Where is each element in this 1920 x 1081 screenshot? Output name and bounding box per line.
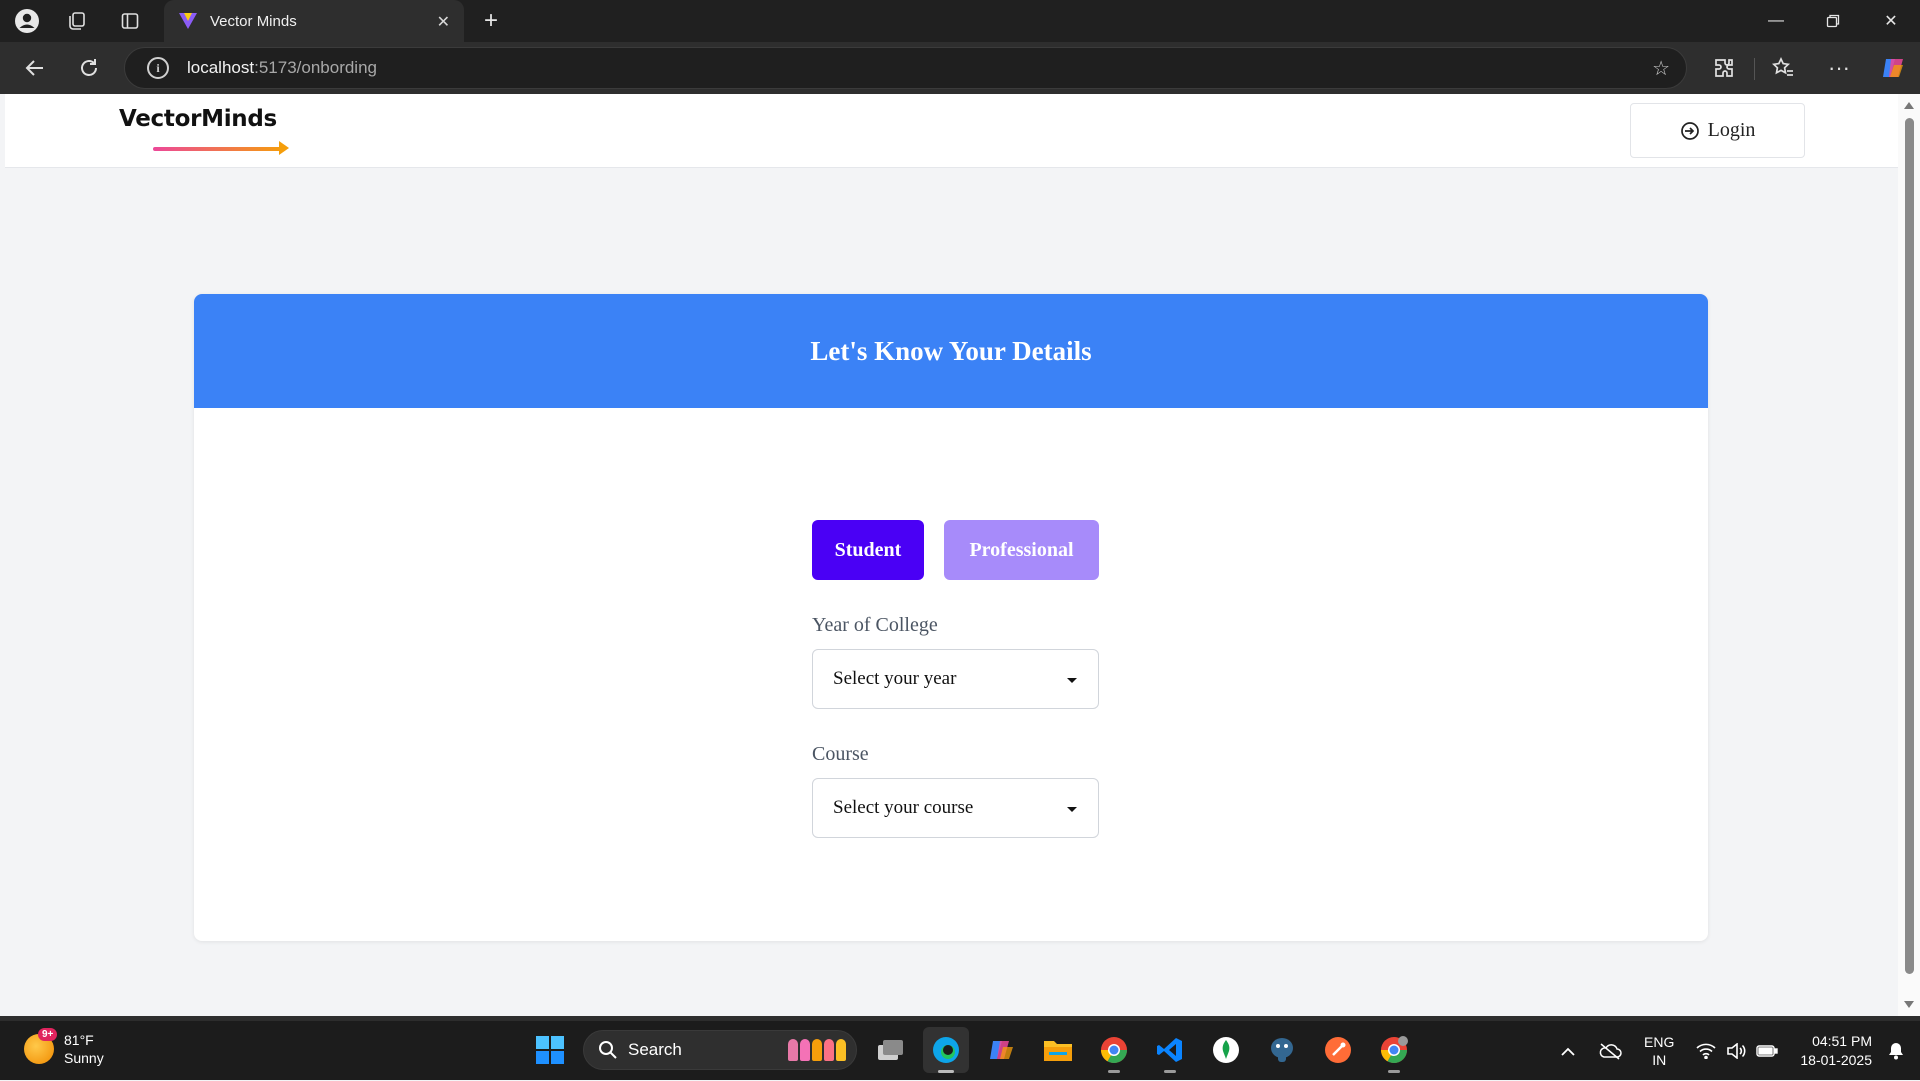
battery-icon[interactable] xyxy=(1756,1044,1779,1058)
login-label: Login xyxy=(1707,119,1756,141)
onedrive-offline-icon[interactable] xyxy=(1598,1042,1622,1060)
chrome-icon[interactable] xyxy=(1091,1027,1137,1073)
scroll-thumb[interactable] xyxy=(1905,118,1914,974)
language-code: ENG xyxy=(1644,1034,1675,1050)
browser-toolbar: i localhost:5173/onbording ☆ ··· xyxy=(0,42,1920,94)
url-text: localhost:5173/onbording xyxy=(187,58,377,77)
file-explorer-icon[interactable] xyxy=(1035,1027,1081,1073)
language-indicator[interactable]: ENG IN xyxy=(1644,1033,1674,1069)
chrome-profile-icon[interactable] xyxy=(1371,1027,1417,1073)
weather-widget[interactable]: 9+ 81°F Sunny xyxy=(24,1028,104,1067)
edge-browser-icon[interactable] xyxy=(923,1027,969,1073)
notifications-bell-icon[interactable] xyxy=(1888,1042,1904,1060)
tulips-icon xyxy=(788,1039,846,1061)
toolbar-divider xyxy=(1754,58,1755,80)
profile-icon[interactable] xyxy=(14,8,40,34)
course-label: Course xyxy=(812,743,869,765)
windows-start-icon[interactable] xyxy=(527,1027,573,1073)
student-role-button[interactable]: Student xyxy=(812,520,924,580)
system-tray: ENG IN 04:51 PM 18-01-2025 xyxy=(1560,1021,1920,1081)
copilot-app-icon[interactable] xyxy=(979,1027,1025,1073)
restore-icon[interactable] xyxy=(1810,8,1856,34)
vite-favicon-icon xyxy=(179,13,197,29)
professional-role-button[interactable]: Professional xyxy=(944,520,1099,580)
copilot-icon[interactable] xyxy=(1876,52,1910,84)
tab-title: Vector Minds xyxy=(210,12,297,30)
year-of-college-label: Year of College xyxy=(812,614,938,636)
workspaces-icon[interactable] xyxy=(64,8,90,34)
taskbar-search[interactable]: Search xyxy=(583,1030,857,1070)
taskbar-apps: Search xyxy=(527,1027,1417,1073)
address-bar[interactable]: i localhost:5173/onbording ☆ xyxy=(124,47,1687,89)
clock[interactable]: 04:51 PM 18-01-2025 xyxy=(1800,1032,1872,1070)
new-tab-icon[interactable]: + xyxy=(478,7,504,34)
logo-text: VectorMinds xyxy=(119,106,277,132)
page-scrollbar[interactable] xyxy=(1898,94,1920,1016)
minimize-icon[interactable]: — xyxy=(1753,8,1799,34)
weather-temp: 81°F xyxy=(64,1032,94,1048)
back-icon[interactable] xyxy=(18,52,52,84)
logo-underline xyxy=(153,147,285,151)
volume-icon[interactable] xyxy=(1726,1043,1746,1059)
course-select[interactable]: Select your course xyxy=(812,778,1099,838)
login-icon xyxy=(1680,121,1699,140)
browser-title-bar: Vector Minds ✕ + — ✕ xyxy=(0,0,1920,42)
task-view-icon[interactable] xyxy=(867,1027,913,1073)
weather-desc: Sunny xyxy=(64,1050,104,1066)
refresh-icon[interactable] xyxy=(72,52,106,84)
sun-icon: 9+ xyxy=(24,1028,58,1064)
login-button[interactable]: Login xyxy=(1630,103,1805,158)
page-viewport: VectorMinds Login Let's Know Your Detail… xyxy=(5,94,1898,1016)
app-header: VectorMinds Login xyxy=(5,94,1898,168)
scroll-down-icon[interactable] xyxy=(1904,1001,1914,1008)
search-icon xyxy=(599,1041,617,1059)
favorites-icon[interactable] xyxy=(1766,52,1800,84)
extensions-icon[interactable] xyxy=(1707,52,1741,84)
card-title: Let's Know Your Details xyxy=(810,335,1092,366)
weather-badge: 9+ xyxy=(38,1028,58,1041)
card-header: Let's Know Your Details xyxy=(194,294,1708,408)
region-code: IN xyxy=(1652,1052,1667,1068)
mongodb-icon[interactable] xyxy=(1203,1027,1249,1073)
year-select-value: Select your year xyxy=(833,668,957,689)
chevron-down-icon xyxy=(1067,678,1077,683)
browser-tab-active[interactable]: Vector Minds ✕ xyxy=(164,0,464,42)
course-select-value: Select your course xyxy=(833,797,974,818)
windows-taskbar: 9+ 81°F Sunny Search ENG IN 04:51 PM 18-… xyxy=(0,1020,1920,1080)
show-hidden-icons-icon[interactable] xyxy=(1560,1045,1576,1057)
clock-date: 18-01-2025 xyxy=(1800,1052,1872,1068)
scroll-up-icon[interactable] xyxy=(1904,102,1914,109)
site-info-icon[interactable]: i xyxy=(147,57,169,79)
role-toggle: Student Professional xyxy=(812,520,1099,580)
clock-time: 04:51 PM xyxy=(1812,1033,1872,1049)
postman-icon[interactable] xyxy=(1315,1027,1361,1073)
close-window-icon[interactable]: ✕ xyxy=(1868,8,1914,34)
year-select[interactable]: Select your year xyxy=(812,649,1099,709)
details-form: Student Professional Year of College Sel… xyxy=(812,520,1099,838)
tab-close-icon[interactable]: ✕ xyxy=(437,12,450,32)
favorite-star-icon[interactable]: ☆ xyxy=(1652,56,1670,81)
search-label: Search xyxy=(628,1040,682,1059)
wifi-icon[interactable] xyxy=(1696,1043,1716,1059)
chevron-down-icon xyxy=(1067,807,1077,812)
postgresql-icon[interactable] xyxy=(1259,1027,1305,1073)
more-menu-icon[interactable]: ··· xyxy=(1822,52,1856,84)
tab-actions-icon[interactable] xyxy=(117,8,143,34)
logo-arrow-icon xyxy=(279,141,289,155)
details-card: Let's Know Your Details Student Professi… xyxy=(194,294,1708,941)
vectorminds-logo[interactable]: VectorMinds xyxy=(119,106,289,155)
vscode-icon[interactable] xyxy=(1147,1027,1193,1073)
